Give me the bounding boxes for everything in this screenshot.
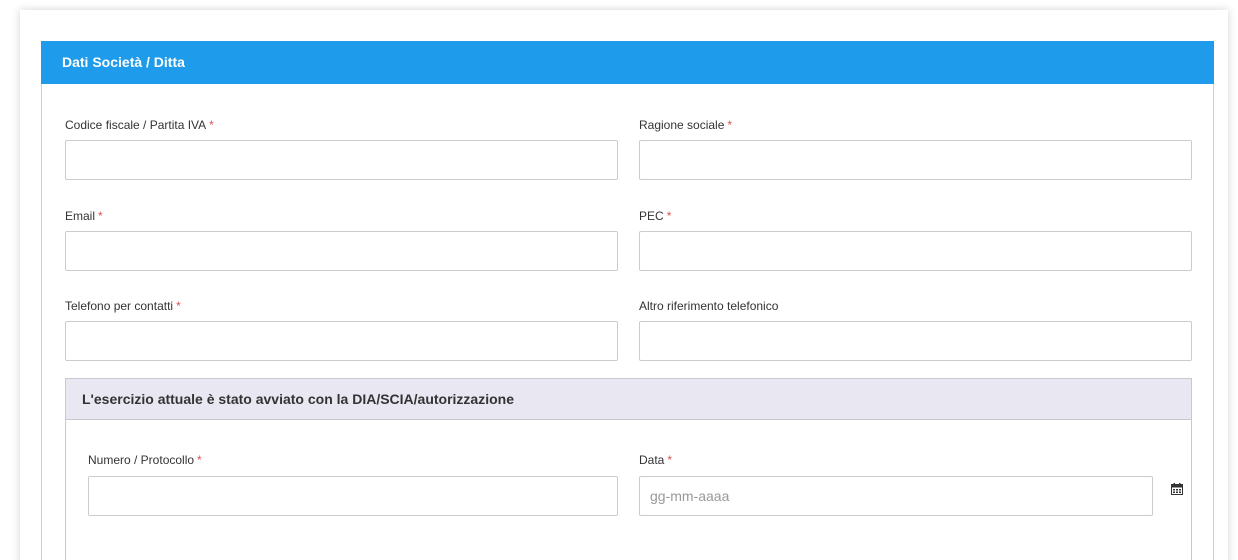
codice-fiscale-label: Codice fiscale / Partita IVA * xyxy=(65,118,214,132)
company-data-panel: Dati Società / Ditta Codice fiscale / Pa… xyxy=(41,41,1214,560)
email-label-text: Email xyxy=(65,209,96,223)
codice-fiscale-input[interactable] xyxy=(65,140,618,180)
email-input[interactable] xyxy=(65,231,618,271)
altro-telefono-input[interactable] xyxy=(639,321,1192,361)
data-input[interactable] xyxy=(639,476,1153,516)
required-marker: * xyxy=(176,299,181,313)
numero-protocollo-input[interactable] xyxy=(88,476,618,516)
altro-telefono-label-text: Altro riferimento telefonico xyxy=(639,299,779,313)
ragione-sociale-label-text: Ragione sociale xyxy=(639,118,725,132)
required-marker: * xyxy=(667,453,673,467)
codice-fiscale-label-text: Codice fiscale / Partita IVA xyxy=(65,118,207,132)
telefono-label: Telefono per contatti * xyxy=(65,299,181,313)
required-marker: * xyxy=(98,209,103,223)
altro-telefono-label: Altro riferimento telefonico xyxy=(639,299,778,313)
numero-protocollo-label-text: Numero / Protocollo xyxy=(88,453,195,467)
panel-header: Dati Società / Ditta xyxy=(41,41,1214,84)
calendar-icon[interactable] xyxy=(1171,483,1183,495)
subpanel-header: L'esercizio attuale è stato avviato con … xyxy=(66,379,1191,420)
ragione-sociale-input[interactable] xyxy=(639,140,1192,180)
required-marker: * xyxy=(209,118,214,132)
email-label: Email * xyxy=(65,209,103,223)
required-marker: * xyxy=(727,118,733,132)
pec-input[interactable] xyxy=(639,231,1192,271)
required-marker: * xyxy=(666,209,672,223)
data-label: Data * xyxy=(639,453,672,467)
telefono-input[interactable] xyxy=(65,321,618,361)
pec-label-text: PEC xyxy=(639,209,664,223)
dia-scia-subpanel: L'esercizio attuale è stato avviato con … xyxy=(65,378,1192,560)
ragione-sociale-label: Ragione sociale * xyxy=(639,118,732,132)
pec-label: PEC * xyxy=(639,209,671,223)
panel-title: Dati Società / Ditta xyxy=(62,54,185,70)
data-label-text: Data xyxy=(639,453,665,467)
subpanel-title: L'esercizio attuale è stato avviato con … xyxy=(82,391,514,407)
numero-protocollo-label: Numero / Protocollo * xyxy=(88,453,202,467)
required-marker: * xyxy=(197,453,202,467)
telefono-label-text: Telefono per contatti xyxy=(65,299,174,313)
